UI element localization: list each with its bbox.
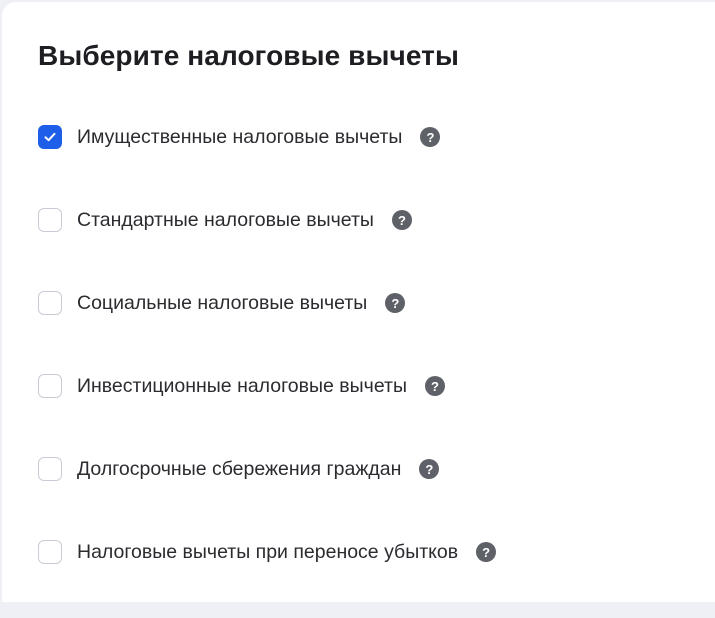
help-icon[interactable]: ? xyxy=(476,542,497,562)
checkbox-loss-carryforward-deductions[interactable] xyxy=(38,540,62,564)
option-loss-carryforward-deductions[interactable]: Налоговые вычеты при переносе убытков ? xyxy=(38,535,698,569)
help-icon[interactable]: ? xyxy=(385,293,406,313)
checkbox-standard-deductions[interactable] xyxy=(38,208,62,232)
option-label: Долгосрочные сбережения граждан xyxy=(77,457,402,480)
help-icon[interactable]: ? xyxy=(424,376,445,396)
option-label: Налоговые вычеты при переносе убытков xyxy=(77,540,459,563)
help-icon[interactable]: ? xyxy=(419,459,440,479)
deductions-card: Выберите налоговые вычеты Имущественные … xyxy=(2,2,715,602)
option-property-deductions[interactable]: Имущественные налоговые вычеты ? xyxy=(38,120,698,154)
option-label: Имущественные налоговые вычеты xyxy=(77,125,403,148)
help-icon[interactable]: ? xyxy=(420,127,441,147)
option-investment-deductions[interactable]: Инвестиционные налоговые вычеты ? xyxy=(38,369,698,403)
checkmark-icon xyxy=(44,132,56,142)
page-title: Выберите налоговые вычеты xyxy=(38,40,459,71)
option-standard-deductions[interactable]: Стандартные налоговые вычеты ? xyxy=(38,203,698,237)
checkbox-long-term-savings[interactable] xyxy=(38,457,62,481)
option-label: Инвестиционные налоговые вычеты xyxy=(77,374,407,397)
checkbox-property-deductions[interactable] xyxy=(38,125,62,149)
option-long-term-savings[interactable]: Долгосрочные сбережения граждан ? xyxy=(38,452,698,486)
deduction-options-list: Имущественные налоговые вычеты ? Стандар… xyxy=(38,120,698,618)
help-icon[interactable]: ? xyxy=(391,210,412,230)
option-label: Стандартные налоговые вычеты xyxy=(77,208,374,231)
checkbox-investment-deductions[interactable] xyxy=(38,374,62,398)
checkbox-social-deductions[interactable] xyxy=(38,291,62,315)
option-label: Социальные налоговые вычеты xyxy=(77,291,368,314)
option-social-deductions[interactable]: Социальные налоговые вычеты ? xyxy=(38,286,698,320)
